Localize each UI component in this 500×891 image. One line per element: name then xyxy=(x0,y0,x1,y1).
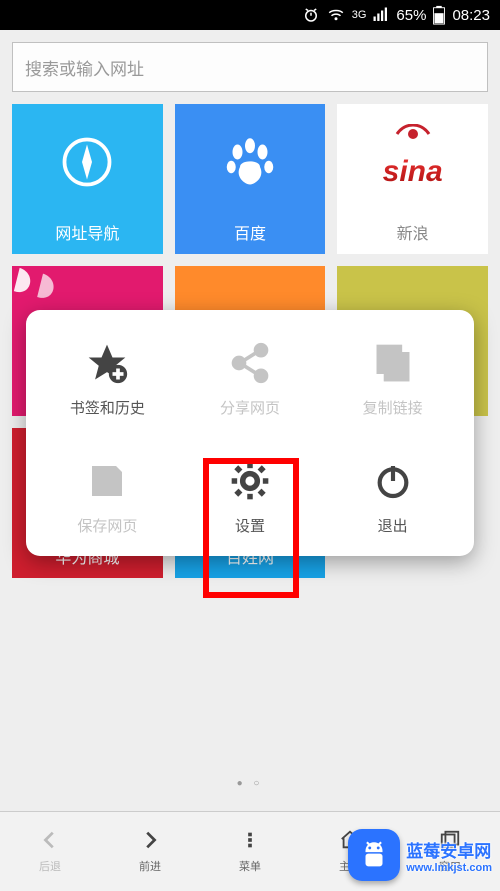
chevron-right-icon xyxy=(139,829,161,854)
tile-label: 网址导航 xyxy=(55,220,119,244)
tile-baidu[interactable]: 百度 xyxy=(175,104,326,254)
menu-label: 分享网页 xyxy=(220,397,280,418)
clock: 08:23 xyxy=(452,7,490,24)
watermark-title: 蓝莓安卓网 xyxy=(406,837,492,862)
menu-save-page: 保存网页 xyxy=(36,458,179,536)
nav-label: 菜单 xyxy=(239,858,261,874)
menu-label: 书签和历史 xyxy=(70,397,145,418)
network-type-label: 3G xyxy=(352,9,367,21)
sina-logo-text: sina xyxy=(383,155,443,189)
menu-bookmarks-history[interactable]: 书签和历史 xyxy=(36,340,179,418)
menu-copy-link: 复制链接 xyxy=(321,340,464,418)
search-placeholder: 搜索或输入网址 xyxy=(25,55,144,80)
sina-logo: sina xyxy=(337,104,488,220)
tile-sina[interactable]: sina 新浪 xyxy=(337,104,488,254)
battery-icon xyxy=(432,5,446,25)
copy-icon xyxy=(371,340,415,385)
power-icon xyxy=(373,458,413,503)
alarm-icon xyxy=(302,6,320,24)
nav-label: 后退 xyxy=(39,858,61,874)
tile-label: 新浪 xyxy=(397,220,429,244)
kebab-menu-icon xyxy=(239,829,261,854)
menu-label: 复制链接 xyxy=(363,397,423,418)
signal-icon xyxy=(372,6,390,24)
status-bar: 3G 65% 08:23 xyxy=(0,0,500,30)
tile-label: 百度 xyxy=(234,220,266,244)
star-plus-icon xyxy=(85,340,129,385)
nav-menu[interactable]: 菜单 xyxy=(200,812,300,891)
menu-label: 退出 xyxy=(378,515,408,536)
save-floppy-icon xyxy=(87,458,127,503)
search-input[interactable]: 搜索或输入网址 xyxy=(12,42,488,92)
share-icon xyxy=(228,340,272,385)
menu-settings[interactable]: 设置 xyxy=(179,458,322,536)
chevron-left-icon xyxy=(39,829,61,854)
watermark-android-icon xyxy=(348,829,400,881)
gear-icon xyxy=(228,458,272,503)
watermark-url: www.lmkjst.com xyxy=(406,862,492,874)
wifi-icon xyxy=(326,6,346,24)
menu-share-page: 分享网页 xyxy=(179,340,322,418)
page-indicator: ● ○ xyxy=(0,778,500,789)
nav-forward[interactable]: 前进 xyxy=(100,812,200,891)
nav-label: 前进 xyxy=(139,858,161,874)
menu-popup: 书签和历史 分享网页 复制链接 保存网页 设置 xyxy=(26,310,474,556)
search-bar-container: 搜索或输入网址 xyxy=(0,30,500,104)
menu-label: 设置 xyxy=(235,515,265,536)
menu-exit[interactable]: 退出 xyxy=(321,458,464,536)
baidu-paw-icon xyxy=(175,104,326,220)
menu-label: 保存网页 xyxy=(77,515,137,536)
watermark: 蓝莓安卓网 www.lmkjst.com xyxy=(348,829,492,881)
sina-eye-icon xyxy=(395,124,431,149)
nav-back[interactable]: 后退 xyxy=(0,812,100,891)
tile-nav[interactable]: 网址导航 xyxy=(12,104,163,254)
compass-icon xyxy=(12,104,163,220)
battery-percent: 65% xyxy=(396,7,426,24)
